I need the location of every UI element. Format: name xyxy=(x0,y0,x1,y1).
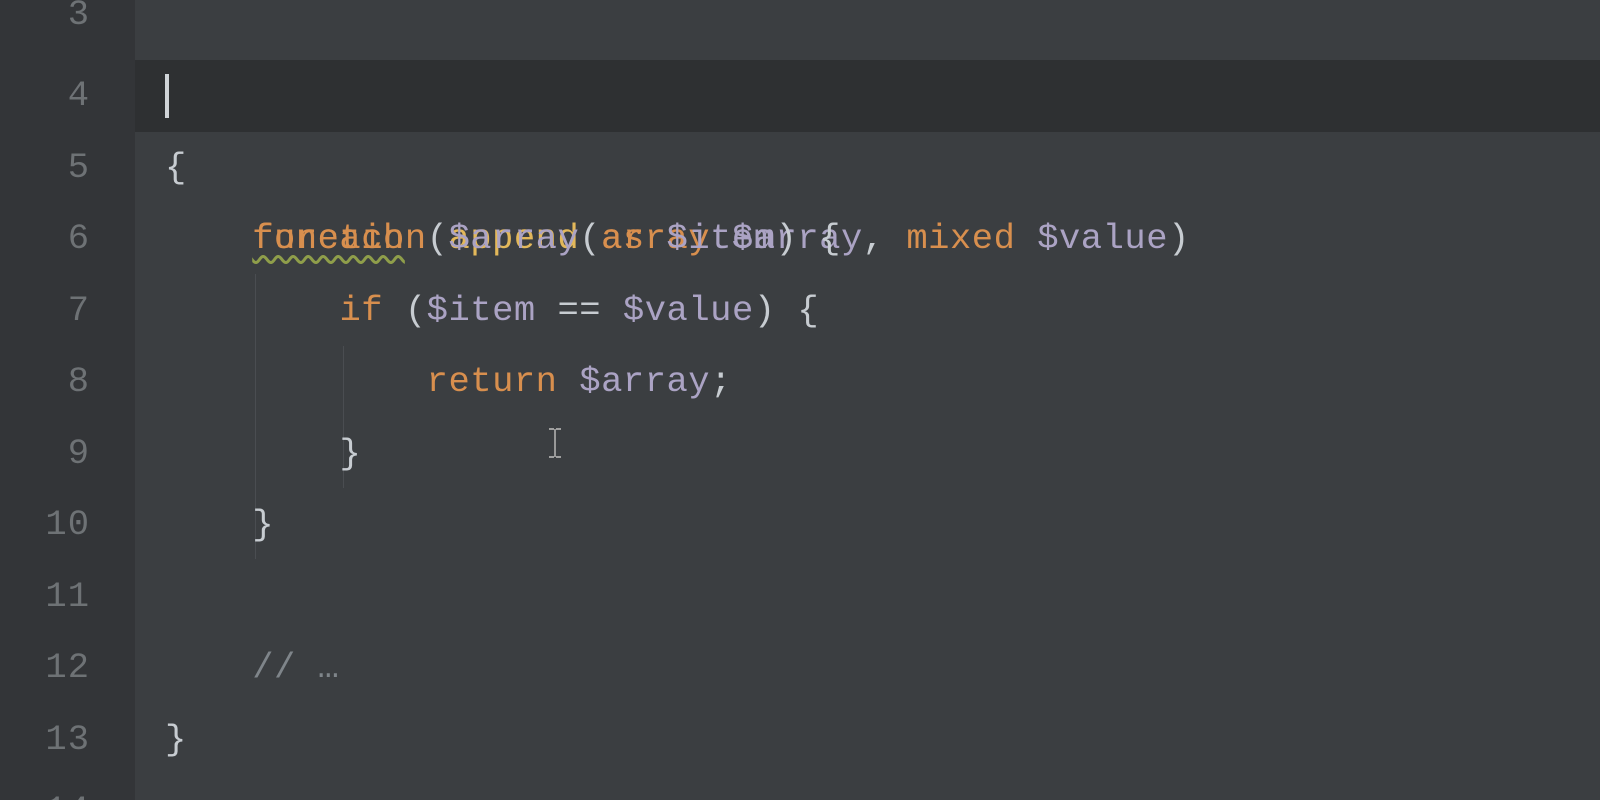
code-line[interactable] xyxy=(135,561,1600,633)
code-token: ) { xyxy=(754,290,819,331)
line-number[interactable]: 4 xyxy=(0,60,135,132)
code-line[interactable]: } xyxy=(135,704,1600,776)
line-number[interactable]: 14 xyxy=(0,775,135,800)
code-line[interactable]: } xyxy=(135,418,1600,490)
code-token: $item xyxy=(667,218,776,259)
code-line[interactable]: { xyxy=(135,132,1600,204)
code-line-active[interactable]: function append(array $array, mixed $val… xyxy=(135,60,1600,132)
code-token: foreach xyxy=(252,218,405,259)
code-line[interactable] xyxy=(135,0,1600,60)
text-caret xyxy=(165,74,169,118)
code-line[interactable]: } xyxy=(135,489,1600,561)
code-token xyxy=(165,647,252,688)
code-editor[interactable]: 3 4 5 6 7 8 9 10 11 12 13 14 function ap… xyxy=(0,0,1600,800)
code-token: if xyxy=(339,290,404,331)
code-token: $array xyxy=(579,361,710,402)
code-token: } xyxy=(252,504,274,545)
code-token xyxy=(165,361,427,402)
line-number[interactable]: 8 xyxy=(0,346,135,418)
line-number[interactable]: 10 xyxy=(0,489,135,561)
code-token: return xyxy=(427,361,580,402)
line-number[interactable]: 3 xyxy=(0,0,135,60)
code-token: } xyxy=(339,433,361,474)
code-token: $value xyxy=(623,290,754,331)
code-token: // … xyxy=(252,647,339,688)
code-token: { xyxy=(165,147,187,188)
line-number-gutter: 3 4 5 6 7 8 9 10 11 12 13 14 xyxy=(0,0,135,800)
code-line[interactable]: return $array; xyxy=(135,346,1600,418)
line-number[interactable]: 11 xyxy=(0,561,135,633)
code-token: ) { xyxy=(776,218,841,259)
line-number[interactable]: 5 xyxy=(0,132,135,204)
code-token: ( xyxy=(427,218,449,259)
code-line[interactable]: // … xyxy=(135,632,1600,704)
code-line[interactable]: foreach ($array as $item) { xyxy=(135,203,1600,275)
ibeam-cursor-icon xyxy=(548,428,562,458)
line-number[interactable]: 6 xyxy=(0,203,135,275)
line-number[interactable]: 9 xyxy=(0,418,135,490)
code-token: ( xyxy=(405,290,427,331)
line-number[interactable]: 7 xyxy=(0,275,135,347)
code-line[interactable]: if ($item == $value) { xyxy=(135,275,1600,347)
code-token: $array xyxy=(448,218,601,259)
code-token xyxy=(405,218,427,259)
code-line[interactable] xyxy=(135,775,1600,800)
code-token: $item xyxy=(427,290,558,331)
code-token: as xyxy=(601,218,666,259)
code-token xyxy=(165,504,252,545)
code-token: == xyxy=(558,290,623,331)
line-number[interactable]: 13 xyxy=(0,704,135,776)
code-token xyxy=(165,218,252,259)
code-token xyxy=(165,290,339,331)
line-number[interactable]: 12 xyxy=(0,632,135,704)
code-token: } xyxy=(165,719,187,760)
code-token: ; xyxy=(710,361,732,402)
code-area[interactable]: function append(array $array, mixed $val… xyxy=(135,0,1600,800)
code-token xyxy=(165,433,339,474)
